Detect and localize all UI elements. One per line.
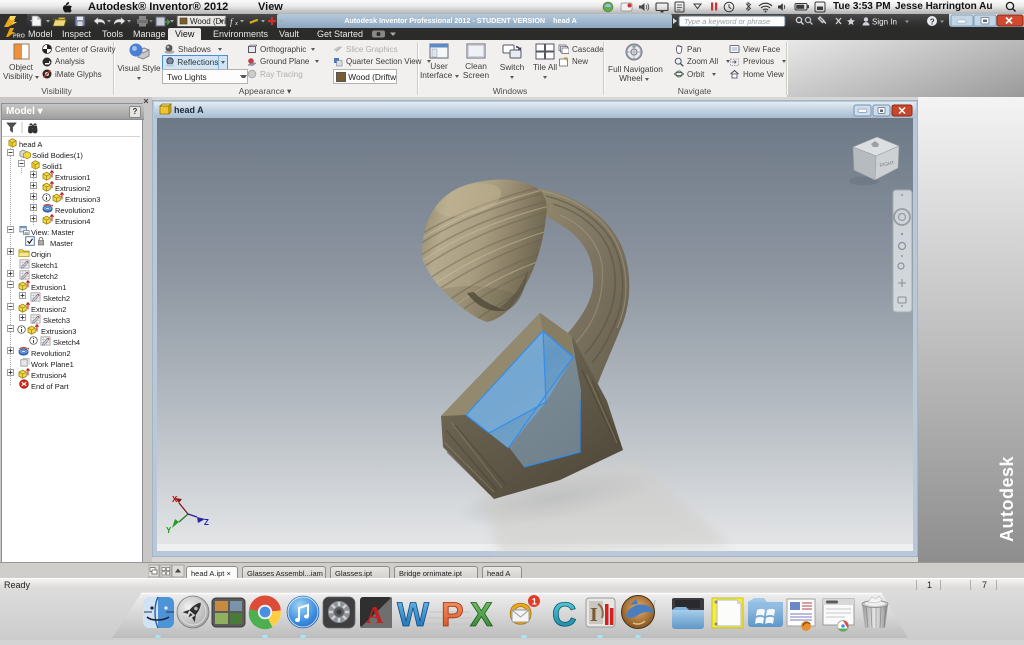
svg-text:PRO: PRO bbox=[13, 34, 26, 40]
svg-text:f: f bbox=[230, 17, 234, 27]
svg-text:I: I bbox=[590, 604, 598, 626]
svg-text:X: X bbox=[172, 495, 178, 504]
svg-text:A: A bbox=[366, 603, 384, 629]
svg-text:?: ? bbox=[930, 17, 935, 26]
svg-text:Type a keyword or phrase: Type a keyword or phrase bbox=[684, 17, 770, 26]
svg-text:W: W bbox=[397, 596, 430, 634]
svg-text:head A: head A bbox=[174, 105, 204, 115]
svg-text:X: X bbox=[470, 596, 493, 634]
svg-text:Y: Y bbox=[166, 526, 172, 535]
svg-text:C: C bbox=[552, 596, 577, 634]
svg-text:x: x bbox=[234, 20, 238, 27]
svg-text:1: 1 bbox=[532, 597, 537, 607]
svg-text:P: P bbox=[441, 596, 464, 634]
svg-text:Wood (Drif: Wood (Drif bbox=[190, 17, 229, 26]
svg-text:Sign In: Sign In bbox=[872, 18, 897, 27]
svg-text:Z: Z bbox=[204, 518, 209, 527]
